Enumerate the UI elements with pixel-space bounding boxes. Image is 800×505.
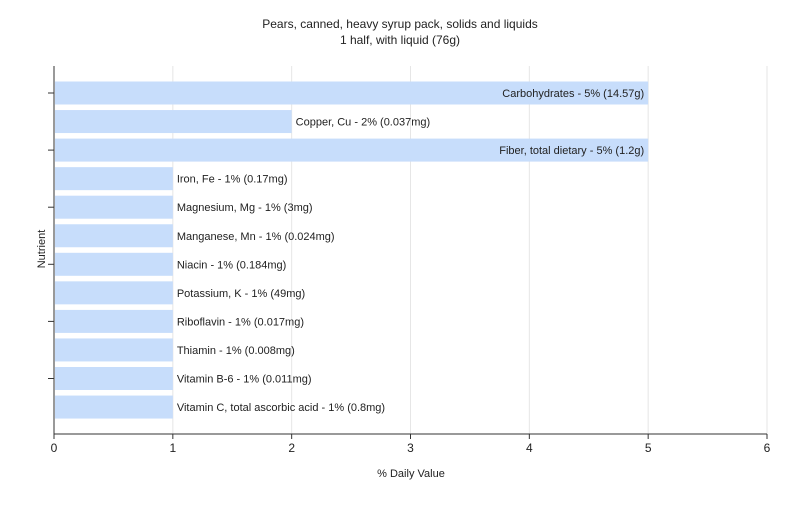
x-tick-label: 2 <box>288 441 295 455</box>
bar-label: Manganese, Mn - 1% (0.024mg) <box>177 231 335 243</box>
bar-label: Carbohydrates - 5% (14.57g) <box>502 88 644 100</box>
bar <box>55 309 173 333</box>
bar <box>55 167 173 191</box>
x-tick-label: 6 <box>764 441 771 455</box>
x-axis-label: % Daily Value <box>377 468 445 480</box>
bar-label: Riboflavin - 1% (0.017mg) <box>177 316 304 328</box>
bar <box>55 252 173 276</box>
bar <box>55 195 173 219</box>
bar-label: Fiber, total dietary - 5% (1.2g) <box>499 145 644 157</box>
bar-label: Vitamin B-6 - 1% (0.011mg) <box>177 374 312 386</box>
bar-label: Iron, Fe - 1% (0.17mg) <box>177 174 288 186</box>
bar-chart: Pears, canned, heavy syrup pack, solids … <box>36 17 771 480</box>
x-tick-label: 4 <box>526 441 533 455</box>
y-axis-label: Nutrient <box>36 230 48 269</box>
bar <box>55 367 173 390</box>
bar-label: Copper, Cu - 2% (0.037mg) <box>296 117 431 129</box>
chart-title: Pears, canned, heavy syrup pack, solids … <box>262 17 538 31</box>
bar-label: Thiamin - 1% (0.008mg) <box>177 345 295 357</box>
x-tick-label: 3 <box>407 441 414 455</box>
bar-label: Vitamin C, total ascorbic acid - 1% (0.8… <box>177 402 385 414</box>
x-tick-label: 1 <box>169 441 176 455</box>
chart-subtitle: 1 half, with liquid (76g) <box>340 33 460 47</box>
bar <box>55 395 173 419</box>
bar <box>55 338 173 362</box>
bar-label: Niacin - 1% (0.184mg) <box>177 259 286 271</box>
bar <box>55 224 173 248</box>
bar-label: Potassium, K - 1% (49mg) <box>177 288 305 300</box>
bars: Carbohydrates - 5% (14.57g) Copper, Cu - … <box>55 81 649 419</box>
chart-container: Pears, canned, heavy syrup pack, solids … <box>0 0 800 500</box>
x-tick-label: 5 <box>645 441 652 455</box>
x-tick-label: 0 <box>51 441 58 455</box>
bar <box>55 281 173 305</box>
bar <box>55 110 292 134</box>
bar-label: Magnesium, Mg - 1% (3mg) <box>177 202 313 214</box>
